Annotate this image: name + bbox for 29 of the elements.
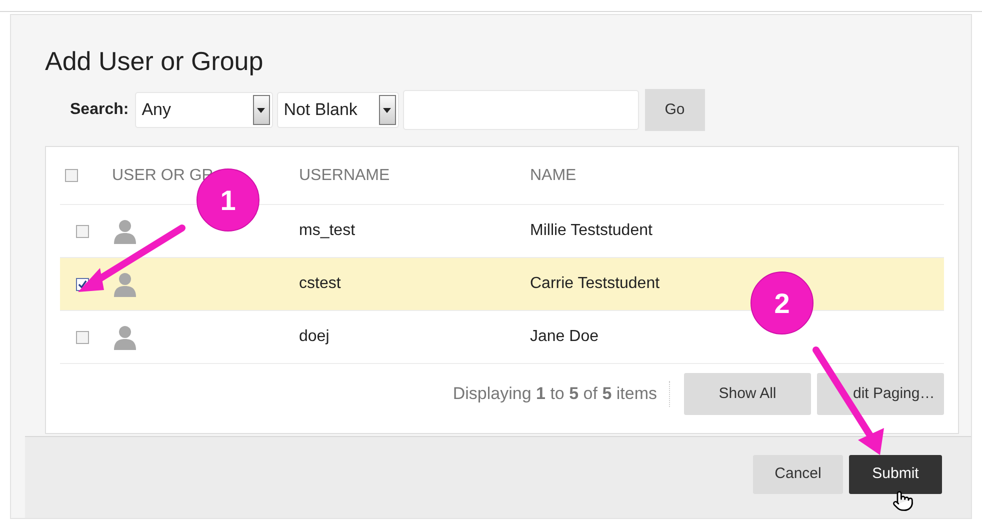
paging-status: Displaying 1 to 5 of 5 items (452, 381, 670, 407)
hand-cursor-icon (892, 488, 914, 514)
user-icon (112, 324, 138, 350)
checkbox[interactable] (76, 224, 89, 238)
operator-select[interactable]: Not Blank (276, 92, 399, 128)
user-icon (112, 271, 138, 297)
name-cell-text: Carrie Teststudent (530, 274, 660, 294)
cancel-button[interactable]: Cancel (753, 455, 843, 494)
username-cell-text: ms_test (299, 221, 356, 241)
checkbox[interactable] (65, 169, 78, 182)
caret-icon (252, 95, 270, 125)
name-cell-text: Jane Doe (530, 327, 598, 347)
caret-icon (378, 95, 396, 125)
username-cell-text: doej (299, 327, 330, 347)
column-header: USERNAME (299, 166, 390, 186)
paging-button[interactable]: dit Paging… (817, 373, 944, 415)
name-cell-text: Millie Teststudent (530, 221, 652, 241)
username-cell-text: cstest (299, 274, 341, 294)
paging-button[interactable]: Show All (684, 373, 811, 415)
callout-badge: 2 (750, 272, 814, 334)
checkbox[interactable] (76, 330, 89, 344)
column-header: NAME (530, 166, 576, 186)
dialog-title: Add User or Group (45, 45, 264, 77)
search-field[interactable] (402, 90, 639, 130)
submit-button[interactable]: Submit (849, 455, 942, 494)
field-select[interactable]: Any (134, 92, 273, 128)
search-label: Search: (70, 100, 129, 120)
go-button[interactable]: Go (644, 89, 705, 131)
user-icon (112, 218, 138, 244)
